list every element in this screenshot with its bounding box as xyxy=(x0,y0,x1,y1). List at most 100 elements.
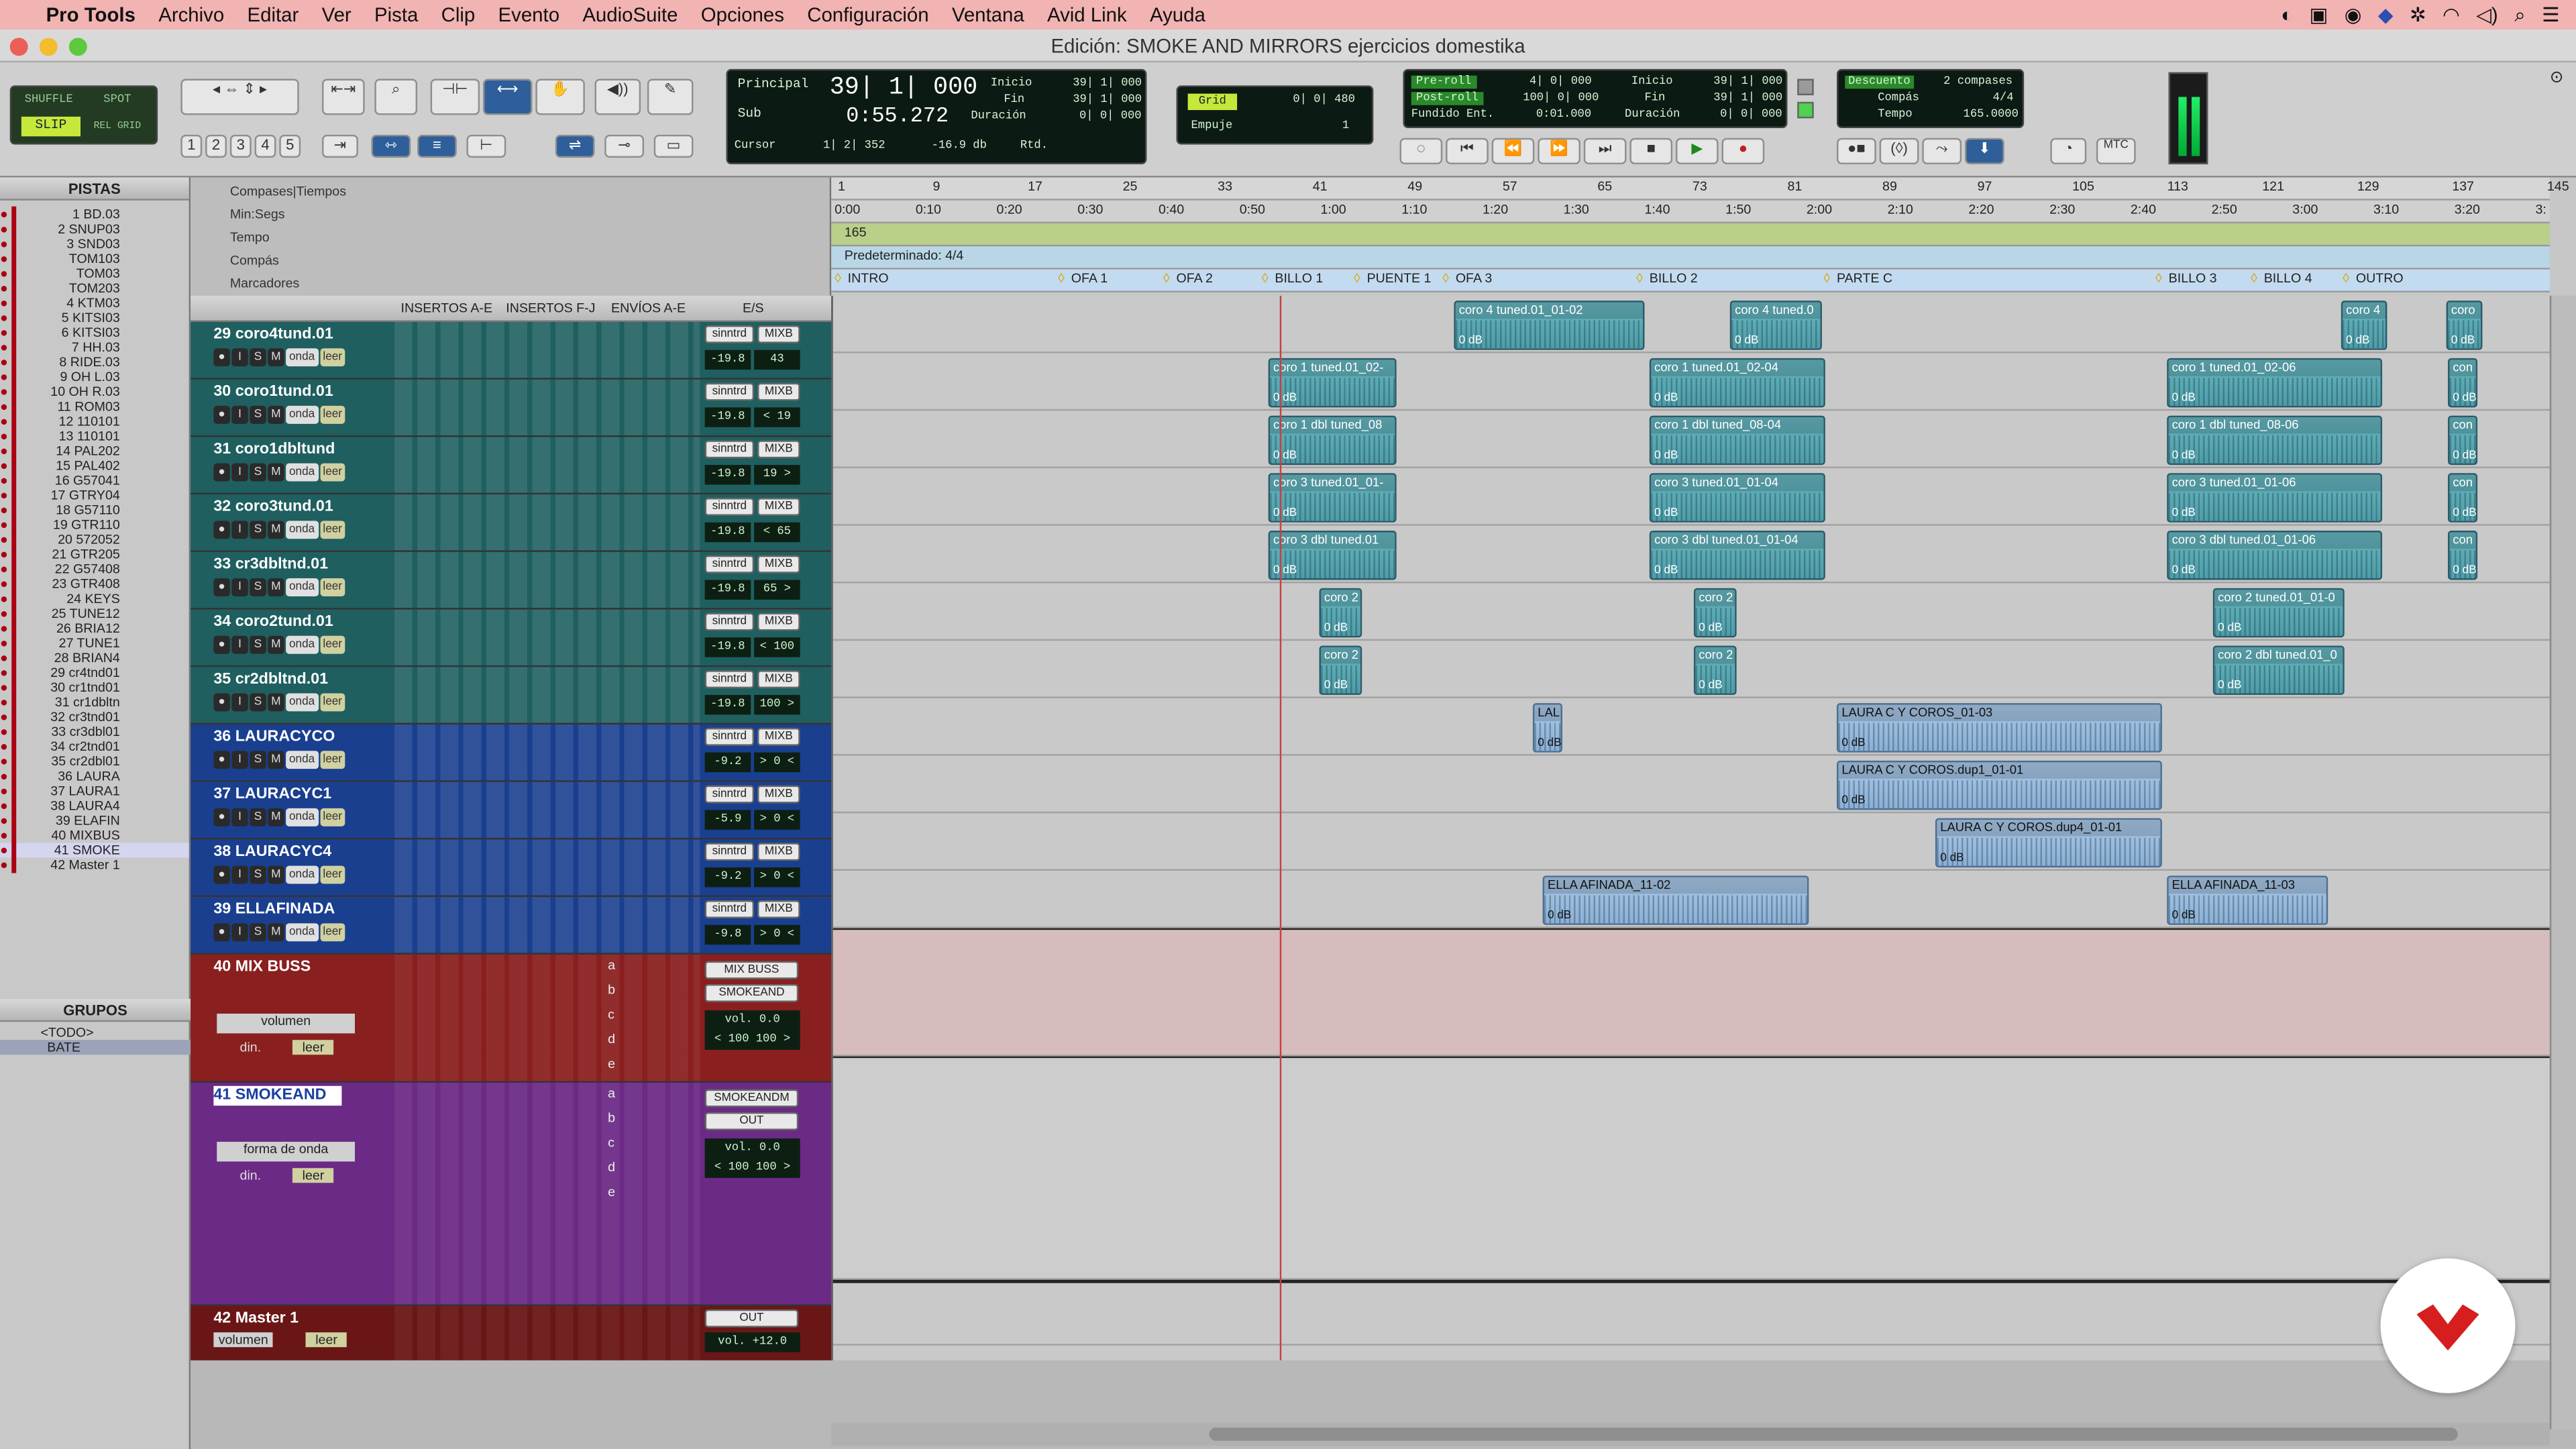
track-view-selector[interactable]: onda xyxy=(286,865,319,884)
rel-grid-mode-button[interactable]: REL GRID xyxy=(94,120,142,131)
track-view-selector[interactable]: forma de onda xyxy=(217,1142,355,1162)
track-list-row[interactable]: ● ▌ 25 TUNE12 xyxy=(0,606,189,621)
output-selector[interactable]: MIXB xyxy=(757,670,800,689)
automation-mode-button[interactable]: leer xyxy=(319,521,345,539)
track-list-row[interactable]: ● ▌ 38 LAURA4 xyxy=(0,798,189,813)
ruler-label-minsecs[interactable]: Min:Segs xyxy=(230,207,285,222)
input-monitor-button[interactable]: I xyxy=(231,348,248,367)
track-list-show-icon[interactable]: ● ▌ xyxy=(0,621,46,636)
track-list-row[interactable]: ● ▌ 11 ROM03 xyxy=(0,399,189,414)
input-monitor-button[interactable]: I xyxy=(231,578,248,596)
cut-copy-icon[interactable]: ▭ xyxy=(653,134,694,158)
track-list-show-icon[interactable]: ● ▌ xyxy=(0,502,46,517)
track-list-show-icon[interactable]: ● ▌ xyxy=(0,680,46,695)
fade-in-label[interactable]: Fundido Ent. xyxy=(1411,109,1494,122)
track-lane[interactable] xyxy=(833,1056,2550,1280)
fast-forward-icon[interactable]: ⏩ xyxy=(1538,138,1580,164)
input-selector[interactable]: SMOKEANDM xyxy=(704,1089,799,1108)
track-list-show-icon[interactable]: ● ▌ xyxy=(0,252,46,266)
solo-button[interactable]: S xyxy=(250,751,266,769)
wait-for-note-icon[interactable]: ●■ xyxy=(1836,138,1876,164)
pan-value[interactable]: < 100 100 > xyxy=(704,1158,800,1178)
track-name[interactable]: 35 cr2dbltnd.01 xyxy=(213,670,371,690)
tempo-track-icon[interactable]: ◔ xyxy=(2050,138,2087,164)
menu-avid-link[interactable]: Avid Link xyxy=(1047,3,1127,26)
volume-value[interactable]: vol. 0.0 xyxy=(704,1138,800,1159)
track-view-selector[interactable]: onda xyxy=(286,521,319,539)
track-list-row[interactable]: ● ▌ 1 BD.03 xyxy=(0,207,189,222)
input-monitor-button[interactable]: I xyxy=(231,923,248,942)
meter-value[interactable]: 4/4 xyxy=(1993,92,2014,105)
automation-mode-button[interactable]: leer xyxy=(319,405,345,424)
track-list-show-icon[interactable]: ● ▌ xyxy=(0,517,46,532)
grid-toggle[interactable]: Grid xyxy=(1187,93,1238,111)
insertion-follows-icon[interactable]: ⊢ xyxy=(466,134,506,158)
track-view-selector[interactable]: volumen xyxy=(217,1014,355,1034)
track-header[interactable]: 31 coro1dbltund ● I S M onda leer sinntr… xyxy=(191,437,832,495)
track-list-row[interactable]: ● ▌ 16 G57041 xyxy=(0,473,189,488)
tempo-value[interactable]: 165.0000 xyxy=(1964,109,2019,122)
zoomer-toggle-icon[interactable]: ⇤⇥ xyxy=(322,78,365,115)
fade-in-value[interactable]: 0:01.000 xyxy=(1536,109,1591,122)
pan-value[interactable]: < 19 xyxy=(754,407,800,427)
vertical-scrollbar[interactable] xyxy=(2549,295,2576,1430)
input-selector[interactable]: sinntrd xyxy=(704,612,755,631)
transport-fin-value[interactable]: 39| 1| 000 xyxy=(1713,92,1782,105)
menu-clip[interactable]: Clip xyxy=(441,3,476,26)
track-list-show-icon[interactable]: ● ▌ xyxy=(0,651,46,665)
volume-value[interactable]: -9.8 xyxy=(704,924,751,945)
track-list-row[interactable]: ● ▌ TOM03 xyxy=(0,266,189,281)
track-name[interactable]: 37 LAURACYC1 xyxy=(213,786,371,805)
track-list-row[interactable]: ● ▌ 23 GTR408 xyxy=(0,577,189,592)
mute-button[interactable]: M xyxy=(268,578,284,596)
pan-value[interactable]: < 100 100 > xyxy=(704,1030,800,1050)
marker-label[interactable]: OFA 2 xyxy=(1176,271,1212,286)
marker-label[interactable]: OUTRO xyxy=(2356,271,2404,286)
input-monitor-button[interactable]: I xyxy=(231,405,248,424)
automation-mode-button[interactable]: leer xyxy=(305,1332,347,1348)
volume-value[interactable]: -19.8 xyxy=(704,694,751,715)
automation-din[interactable]: din. xyxy=(240,1168,262,1183)
solo-button[interactable]: S xyxy=(250,578,266,596)
marker-label[interactable]: BILLO 3 xyxy=(2169,271,2217,286)
menu-archivo[interactable]: Archivo xyxy=(158,3,224,26)
track-name[interactable]: 31 coro1dbltund xyxy=(213,440,371,460)
send-slot[interactable]: d xyxy=(608,1032,615,1057)
input-monitor-button[interactable]: I xyxy=(231,521,248,539)
midi-merge-icon[interactable]: ⬇ xyxy=(1965,138,2004,164)
input-monitor-button[interactable]: I xyxy=(231,693,248,712)
inserts-ae-header[interactable]: INSERTOS A-E xyxy=(401,301,492,315)
tracks-list-header[interactable]: PISTAS xyxy=(0,177,189,201)
track-list-row[interactable]: ● ▌ 29 cr4tnd01 xyxy=(0,665,189,680)
record-enable-icon[interactable]: ● xyxy=(213,578,230,596)
group-row[interactable]: BATE xyxy=(0,1040,191,1055)
solo-button[interactable]: S xyxy=(250,923,266,942)
track-list-show-icon[interactable]: ● ▌ xyxy=(0,399,46,414)
track-list-row[interactable]: ● ▌ 5 KITSI03 xyxy=(0,311,189,325)
mute-button[interactable]: M xyxy=(268,693,284,712)
automation-mode-button[interactable]: leer xyxy=(319,578,345,596)
track-list-row[interactable]: ● ▌ 27 TUNE1 xyxy=(0,636,189,651)
track-list-row[interactable]: ● ▌ 20 572052 xyxy=(0,532,189,547)
record-enable-icon[interactable]: ● xyxy=(213,751,230,769)
insert-slots[interactable] xyxy=(394,667,700,723)
track-list-show-icon[interactable]: ● ▌ xyxy=(0,784,46,798)
track-list-row[interactable]: ● ▌ 28 BRIAN4 xyxy=(0,651,189,665)
track-list-row[interactable]: ● ▌ 6 KITSI03 xyxy=(0,325,189,340)
output-selector[interactable]: SMOKEAND xyxy=(704,983,799,1002)
input-selector[interactable]: sinntrd xyxy=(704,325,755,343)
track-list-row[interactable]: ● ▌ 31 cr1dbltn xyxy=(0,695,189,710)
record-enable-icon[interactable]: ● xyxy=(213,405,230,424)
transport-dur-value[interactable]: 0| 0| 000 xyxy=(1720,109,1782,122)
track-view-selector[interactable]: onda xyxy=(286,635,319,654)
send-slot[interactable]: d xyxy=(608,1160,615,1185)
horizontal-scroll-thumb[interactable] xyxy=(1209,1428,2458,1441)
automation-mode-button[interactable]: leer xyxy=(319,923,345,942)
track-list-show-icon[interactable]: ● ▌ xyxy=(0,384,46,399)
pan-value[interactable]: > 0 < xyxy=(754,924,800,945)
track-list-show-icon[interactable]: ● ▌ xyxy=(0,443,46,458)
audio-clip[interactable]: con 0 dB xyxy=(2448,531,2478,580)
pan-value[interactable]: 19 > xyxy=(754,465,800,485)
tempo-marker[interactable]: 165 xyxy=(845,225,867,240)
mixbus-track-header[interactable]: 40 MIX BUSS volumen din. leer MIX BUSS S… xyxy=(191,954,832,1083)
